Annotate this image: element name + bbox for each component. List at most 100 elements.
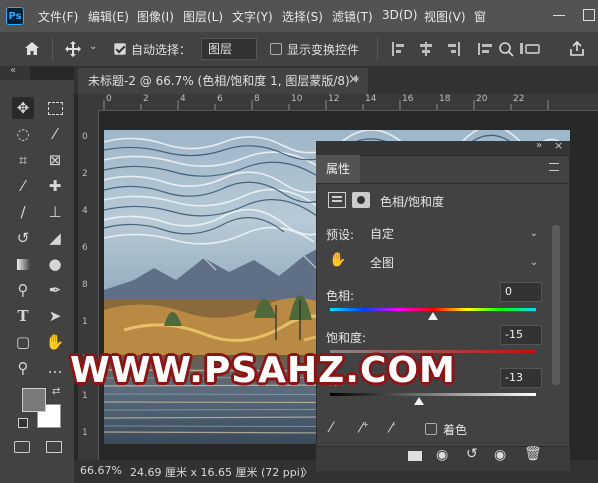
marquee-icon[interactable] xyxy=(44,97,66,119)
pen-icon[interactable]: ✒ xyxy=(44,279,66,301)
hue-slider-thumb[interactable] xyxy=(428,312,438,320)
menu-window[interactable]: 窗 xyxy=(474,8,486,25)
lightness-value-field[interactable]: -13 xyxy=(500,368,542,388)
healing-icon[interactable]: ✚ xyxy=(44,175,66,197)
menu-file[interactable]: 文件(F) xyxy=(38,8,78,25)
dodge-icon[interactable]: ⚲ xyxy=(12,279,34,301)
lasso-icon[interactable]: ◌ xyxy=(12,123,34,145)
zoom-icon[interactable]: ⚲ xyxy=(12,357,34,379)
preset-value: 自定 xyxy=(370,227,395,241)
eyedropper-minus-icon[interactable]: ⁄- xyxy=(390,420,395,437)
quick-mask-icon[interactable] xyxy=(14,441,30,453)
show-transform-label: 显示变换控件 xyxy=(287,43,360,57)
ruler-label: 4 xyxy=(180,94,186,104)
menu-3d[interactable]: 3D(D) xyxy=(382,8,417,22)
panel-scrollbar[interactable] xyxy=(552,225,560,385)
gradient-icon[interactable] xyxy=(12,253,34,275)
blur-icon[interactable]: ● xyxy=(44,253,66,275)
align-icons[interactable] xyxy=(392,41,572,57)
document-tab[interactable]: 未标题-2 @ 66.7% (色相/饱和度 1, 图层蒙版/8) * xyxy=(78,68,368,94)
zoom-level[interactable]: 66.67% xyxy=(80,464,122,477)
saturation-value-field[interactable]: -15 xyxy=(500,325,542,345)
swap-colors-icon[interactable]: ⇄ xyxy=(52,386,60,397)
menu-edit[interactable]: 编辑(E) xyxy=(88,8,129,25)
ruler-label: 18 xyxy=(439,94,451,104)
eyedropper-icon[interactable]: ⁄ xyxy=(12,175,34,197)
menu-layer[interactable]: 图层(L) xyxy=(183,8,223,25)
frame-icon[interactable]: ⊠ xyxy=(44,149,66,171)
more-icon[interactable]: … xyxy=(44,357,66,379)
eyedropper-plus-icon[interactable]: ⁄+ xyxy=(360,420,369,437)
saturation-label: 饱和度: xyxy=(326,331,367,345)
toolbar-collapse[interactable]: « xyxy=(0,65,30,80)
magic-wand-icon[interactable]: ⁄ xyxy=(44,123,66,145)
lightness-slider-track[interactable] xyxy=(330,393,536,396)
stamp-icon[interactable]: ⊥ xyxy=(44,201,66,223)
ruler-label: 8 xyxy=(82,280,88,290)
delete-trash-icon[interactable]: 🗑 xyxy=(524,446,542,462)
hand-icon[interactable]: ✋ xyxy=(44,331,66,353)
ruler-label: 20 xyxy=(476,94,488,104)
divider xyxy=(52,38,53,60)
chevron-down-icon[interactable]: ⌄ xyxy=(530,225,538,243)
lightness-slider-thumb[interactable] xyxy=(413,397,424,405)
panel-close-icon[interactable]: × xyxy=(554,139,563,152)
visibility-eye-icon[interactable]: ◉ xyxy=(494,447,506,463)
panel-collapse-icon[interactable]: » xyxy=(536,140,542,151)
ruler-label: 10 xyxy=(291,94,303,104)
hue-saturation-adjustment-icon[interactable] xyxy=(328,192,346,208)
share-icon[interactable] xyxy=(569,40,585,57)
menu-image[interactable]: 图像(I) xyxy=(137,8,174,25)
colorize-label: 着色 xyxy=(443,423,468,437)
collapse-chevron-icon[interactable]: « xyxy=(10,65,16,76)
photoshop-logo-icon[interactable]: Ps xyxy=(6,7,24,25)
auto-select-dropdown[interactable]: 图层 xyxy=(201,38,257,60)
move-icon[interactable] xyxy=(64,40,82,58)
maximize-icon[interactable] xyxy=(583,9,595,21)
ruler-label: 14 xyxy=(365,94,377,104)
chevron-down-icon[interactable]: ⌄ xyxy=(530,254,538,272)
tab-close-icon[interactable]: × xyxy=(348,72,359,87)
history-brush-icon[interactable]: ↺ xyxy=(12,227,34,249)
ruler-label: 12 xyxy=(328,94,340,104)
reset-icon[interactable]: ↺ xyxy=(466,446,478,462)
status-menu-arrow-icon[interactable]: 〉 xyxy=(302,464,313,480)
watermark-text: WWW.PSAHZ.COM xyxy=(70,350,456,391)
home-icon[interactable] xyxy=(24,41,40,56)
ruler-label: 2 xyxy=(82,169,88,179)
view-previous-state-icon[interactable]: ◉ xyxy=(436,447,448,463)
minimize-icon[interactable] xyxy=(553,15,565,16)
layer-mask-icon[interactable] xyxy=(352,192,370,208)
clip-to-layer-icon[interactable] xyxy=(408,451,422,461)
menu-select[interactable]: 选择(S) xyxy=(282,8,323,25)
targeted-adjustment-hand-icon[interactable]: ✋ xyxy=(329,252,346,268)
foreground-color-swatch[interactable] xyxy=(22,388,46,412)
colorize-checkbox[interactable] xyxy=(425,423,437,435)
preset-dropdown[interactable]: 自定 ⌄ xyxy=(366,225,542,243)
show-transform-checkbox[interactable] xyxy=(270,43,282,55)
crop-icon[interactable]: ⌗ xyxy=(12,149,34,171)
brush-icon[interactable]: ∕ xyxy=(12,201,34,223)
panel-menu-icon[interactable] xyxy=(549,163,559,171)
ruler-label: 6 xyxy=(217,94,223,104)
properties-tab[interactable]: 属性 xyxy=(316,155,360,183)
menu-type[interactable]: 文字(Y) xyxy=(232,8,273,25)
channel-dropdown[interactable]: 全图 ⌄ xyxy=(366,254,542,272)
eraser-icon[interactable]: ◢ xyxy=(44,227,66,249)
default-colors-icon[interactable] xyxy=(18,418,28,428)
hue-value-field[interactable]: 0 xyxy=(500,282,542,302)
hue-slider-track[interactable] xyxy=(330,308,536,311)
eyedropper-icon[interactable]: ⁄ xyxy=(330,420,332,436)
menu-filter[interactable]: 滤镜(T) xyxy=(332,8,373,25)
horizontal-ruler: 0 2 4 6 8 10 12 14 16 18 20 22 xyxy=(98,94,598,111)
menu-view[interactable]: 视图(V) xyxy=(424,8,466,25)
divider xyxy=(316,183,570,184)
shape-icon[interactable]: ▢ xyxy=(12,331,34,353)
screen-mode-icon[interactable] xyxy=(46,441,62,453)
move-tool-icon[interactable]: ✥ xyxy=(12,97,34,119)
path-select-icon[interactable]: ➤ xyxy=(44,305,66,327)
ruler-label: 22 xyxy=(513,94,525,104)
chevron-down-icon[interactable]: ⌄ xyxy=(89,41,97,52)
type-icon[interactable]: T xyxy=(12,305,34,327)
auto-select-checkbox[interactable] xyxy=(114,43,126,55)
